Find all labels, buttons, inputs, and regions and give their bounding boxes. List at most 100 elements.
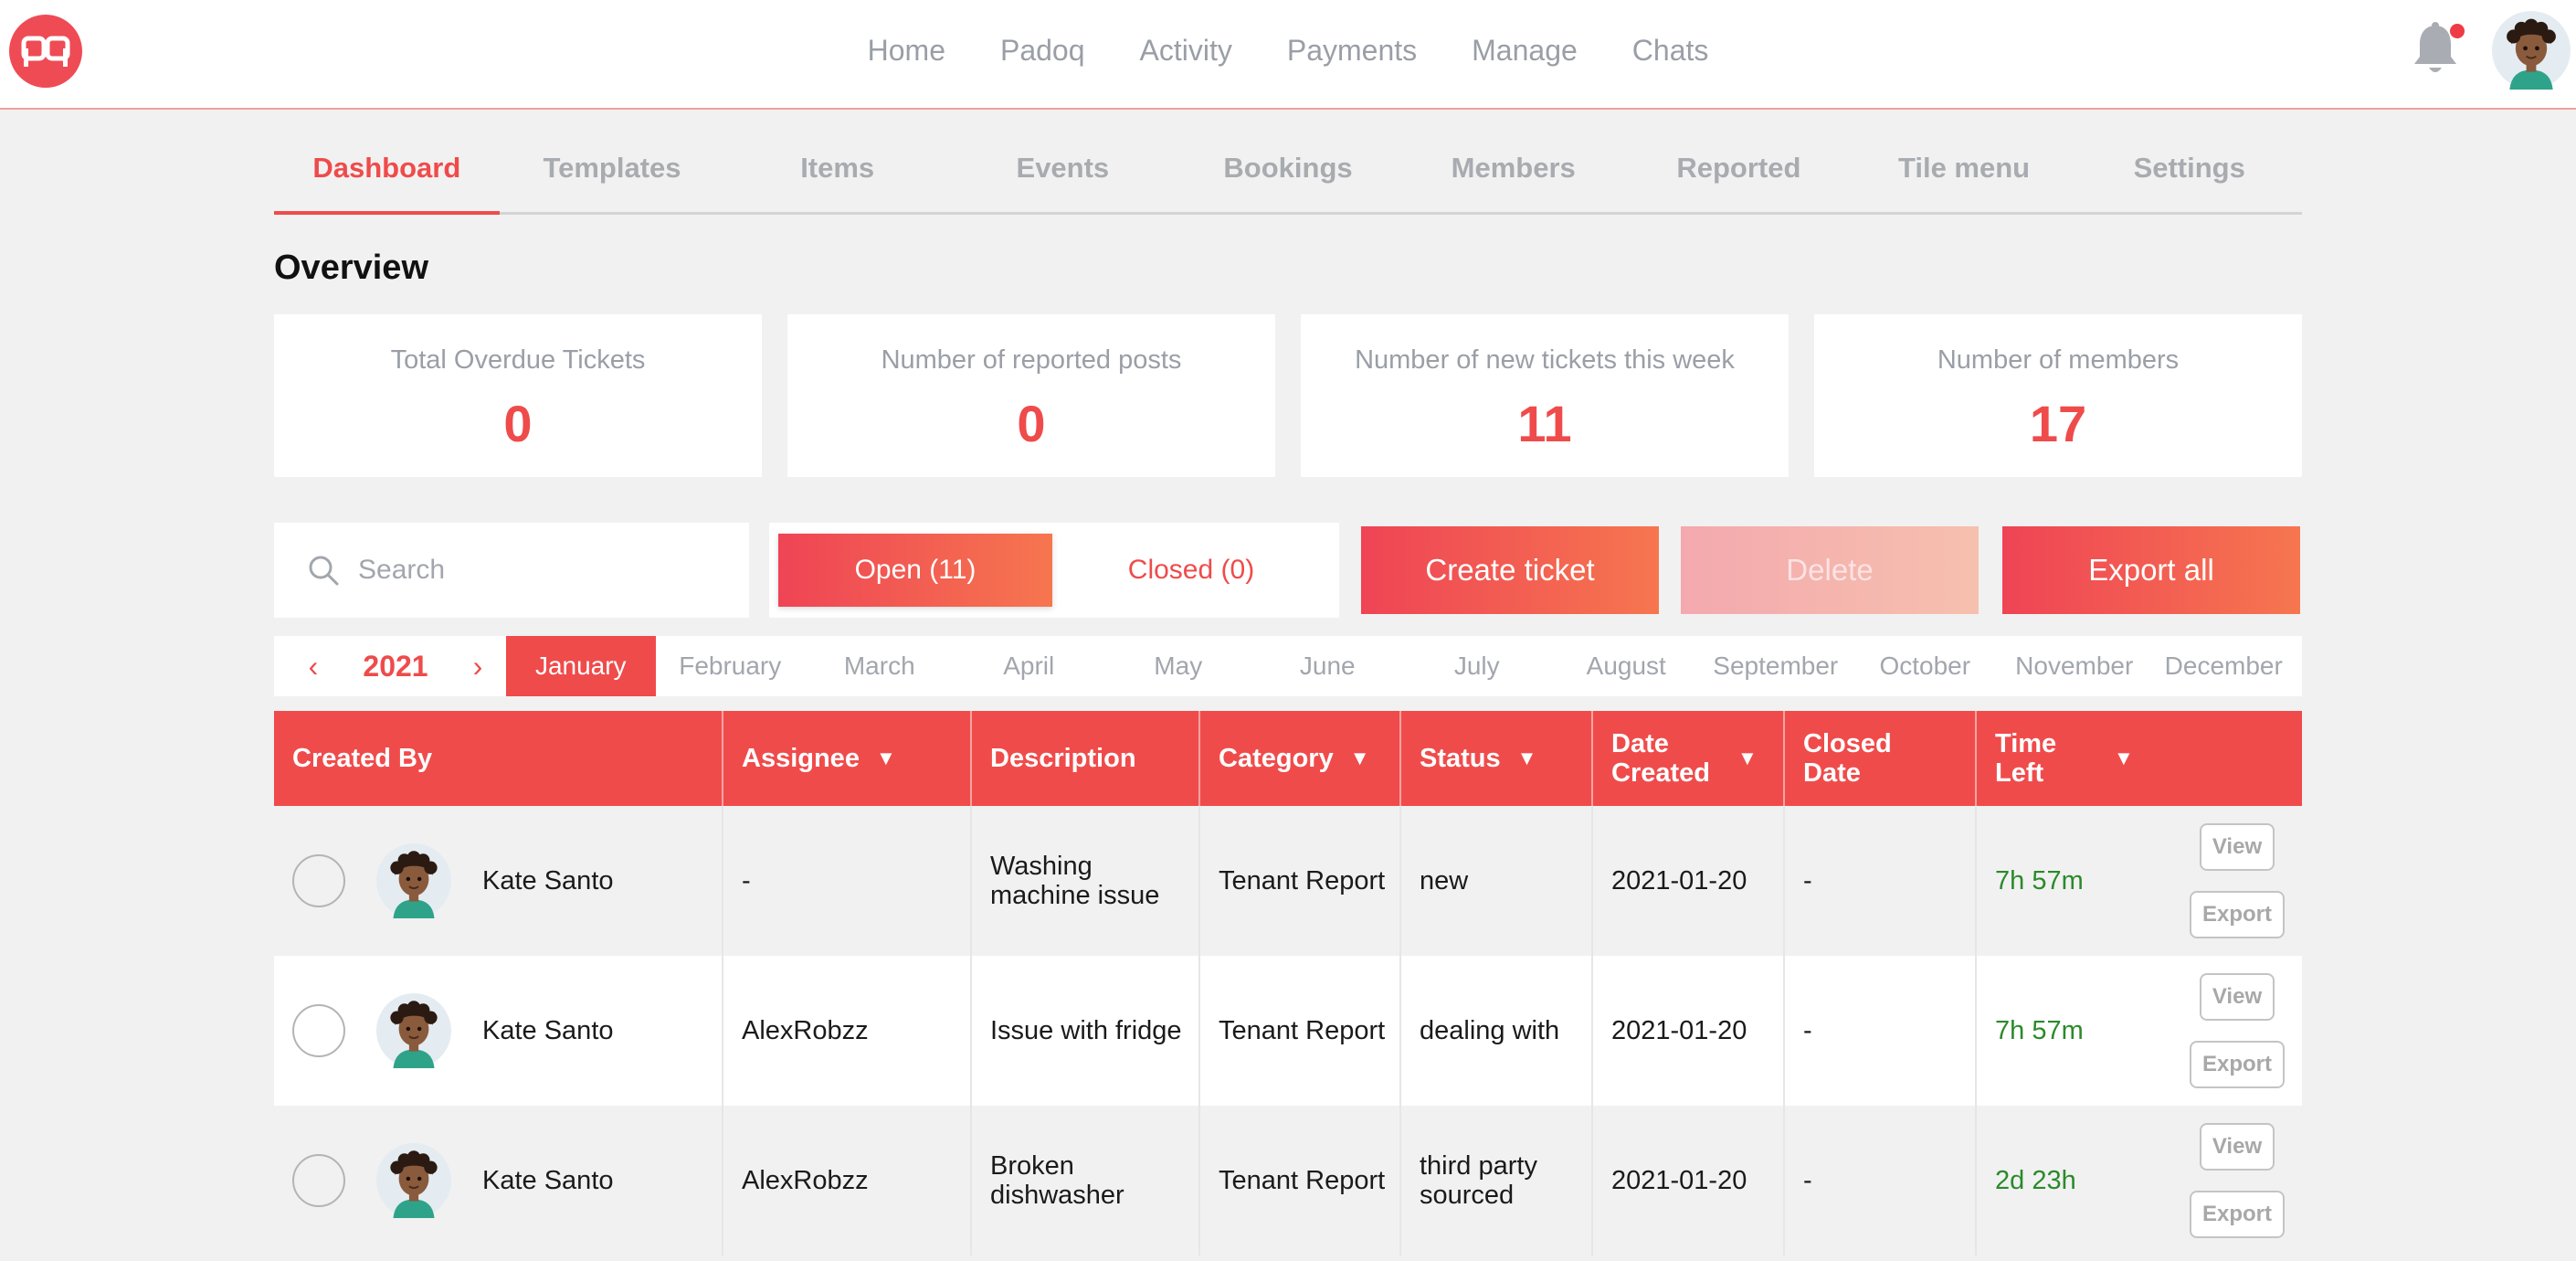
cell-date-created: 2021-01-20 [1593,956,1785,1106]
cell-category: Tenant Report [1200,956,1401,1106]
month-november[interactable]: November [2000,636,2149,696]
tab-tile-menu[interactable]: Tile menu [1852,135,2077,212]
stat-value: 0 [503,395,533,452]
month-december[interactable]: December [2149,636,2299,696]
nav-padoq[interactable]: Padoq [973,34,1113,68]
month-filter-bar: ‹ 2021 › January February March April Ma… [274,636,2302,696]
cell-time-left: 2d 23h View Export [1977,1106,2302,1256]
month-september[interactable]: September [1701,636,1851,696]
tab-templates[interactable]: Templates [500,135,725,212]
closed-tickets-toggle[interactable]: Closed (0) [1052,534,1330,607]
view-button[interactable]: View [2199,1123,2275,1171]
sort-caret-icon: ▼ [1349,747,1370,769]
open-tickets-toggle[interactable]: Open (11) [778,534,1052,607]
header-assignee[interactable]: Assignee ▼ [723,711,972,806]
tab-bookings[interactable]: Bookings [1176,135,1401,212]
header-label: Description [990,744,1136,773]
time-left-value: 7h 57m [1995,1016,2084,1045]
view-button[interactable]: View [2199,973,2275,1021]
month-may[interactable]: May [1103,636,1253,696]
cell-date-created: 2021-01-20 [1593,806,1785,956]
header-created-by: Created By [274,711,723,806]
row-select-checkbox[interactable] [292,1004,345,1057]
export-all-button[interactable]: Export all [2002,526,2300,614]
tab-reported[interactable]: Reported [1626,135,1852,212]
month-july[interactable]: July [1402,636,1552,696]
tab-items[interactable]: Items [724,135,950,212]
cell-time-left: 7h 57m View Export [1977,956,2302,1106]
month-list: January February March April May June Ju… [506,636,2298,696]
notification-dot [2450,24,2465,38]
cell-category: Tenant Report [1200,806,1401,956]
tab-settings[interactable]: Settings [2076,135,2302,212]
view-button[interactable]: View [2199,823,2275,871]
header-closed-date: Closed Date [1785,711,1977,806]
nav-chats[interactable]: Chats [1605,34,1737,68]
cell-status: new [1401,806,1593,956]
header-label: Status [1420,744,1501,773]
search-input[interactable] [356,554,725,587]
cell-created-by: Kate Santo [274,806,723,956]
row-select-checkbox[interactable] [292,1154,345,1207]
header-time-left[interactable]: Time Left ▼ [1977,711,2302,806]
header-label: Closed Date [1803,729,1892,788]
stat-label: Number of members [1937,345,2180,375]
month-october[interactable]: October [1851,636,2001,696]
cell-status: third party sourced [1401,1106,1593,1256]
cell-description: Washing machine issue [972,806,1200,956]
creator-avatar [376,1143,451,1218]
stat-card-overdue: Total Overdue Tickets 0 [274,314,762,477]
month-february[interactable]: February [656,636,806,696]
cell-assignee: - [723,806,972,956]
cell-assignee: AlexRobzz [723,956,972,1106]
year-label: 2021 [363,649,428,683]
nav-manage[interactable]: Manage [1444,34,1605,68]
overview-title: Overview [274,249,428,287]
cell-closed-date: - [1785,956,1977,1106]
open-closed-toggle: Open (11) Closed (0) [769,523,1339,618]
header-date-created[interactable]: Date Created ▼ [1593,711,1785,806]
stat-value: 17 [2029,395,2087,452]
search-box [274,523,749,618]
header-label: Category [1219,744,1334,773]
month-june[interactable]: June [1253,636,1403,696]
tab-members[interactable]: Members [1400,135,1626,212]
nav-payments[interactable]: Payments [1260,34,1444,68]
user-avatar[interactable] [2492,11,2571,90]
export-button[interactable]: Export [2189,891,2285,938]
header-status[interactable]: Status ▼ [1401,711,1593,806]
cell-category: Tenant Report [1200,1106,1401,1256]
header-label: Created By [292,744,433,773]
tab-dashboard[interactable]: Dashboard [274,135,500,215]
export-button[interactable]: Export [2189,1041,2285,1088]
sort-caret-icon: ▼ [1516,747,1537,769]
month-march[interactable]: March [805,636,955,696]
tab-events[interactable]: Events [950,135,1176,212]
header-label: Time Left [1995,729,2057,788]
header-label: Assignee [742,744,860,773]
main-nav: Home Padoq Activity Payments Manage Chat… [0,0,2576,101]
row-select-checkbox[interactable] [292,854,345,907]
stat-card-members: Number of members 17 [1814,314,2302,477]
table-row: Kate Santo AlexRobzz Broken dishwasher T… [274,1106,2302,1256]
row-actions: View Export [2178,823,2296,938]
header-category[interactable]: Category ▼ [1200,711,1401,806]
nav-home[interactable]: Home [840,34,973,68]
tickets-table-header: Created By Assignee ▼ Description Categor… [274,711,2302,806]
creator-name: Kate Santo [482,1166,614,1195]
month-august[interactable]: August [1552,636,1702,696]
delete-button[interactable]: Delete [1681,526,1979,614]
export-button[interactable]: Export [2189,1191,2285,1238]
cell-description: Issue with fridge [972,956,1200,1106]
next-year-button[interactable]: › [455,650,501,683]
header-label: Date Created [1611,729,1710,788]
create-ticket-button[interactable]: Create ticket [1361,526,1659,614]
stat-value: 11 [1517,395,1572,452]
nav-activity[interactable]: Activity [1113,34,1260,68]
month-january[interactable]: January [506,636,656,696]
cell-assignee: AlexRobzz [723,1106,972,1256]
month-april[interactable]: April [955,636,1104,696]
previous-year-button[interactable]: ‹ [290,650,336,683]
manage-subtabs: Dashboard Templates Items Events Booking… [274,135,2302,215]
cell-created-by: Kate Santo [274,1106,723,1256]
